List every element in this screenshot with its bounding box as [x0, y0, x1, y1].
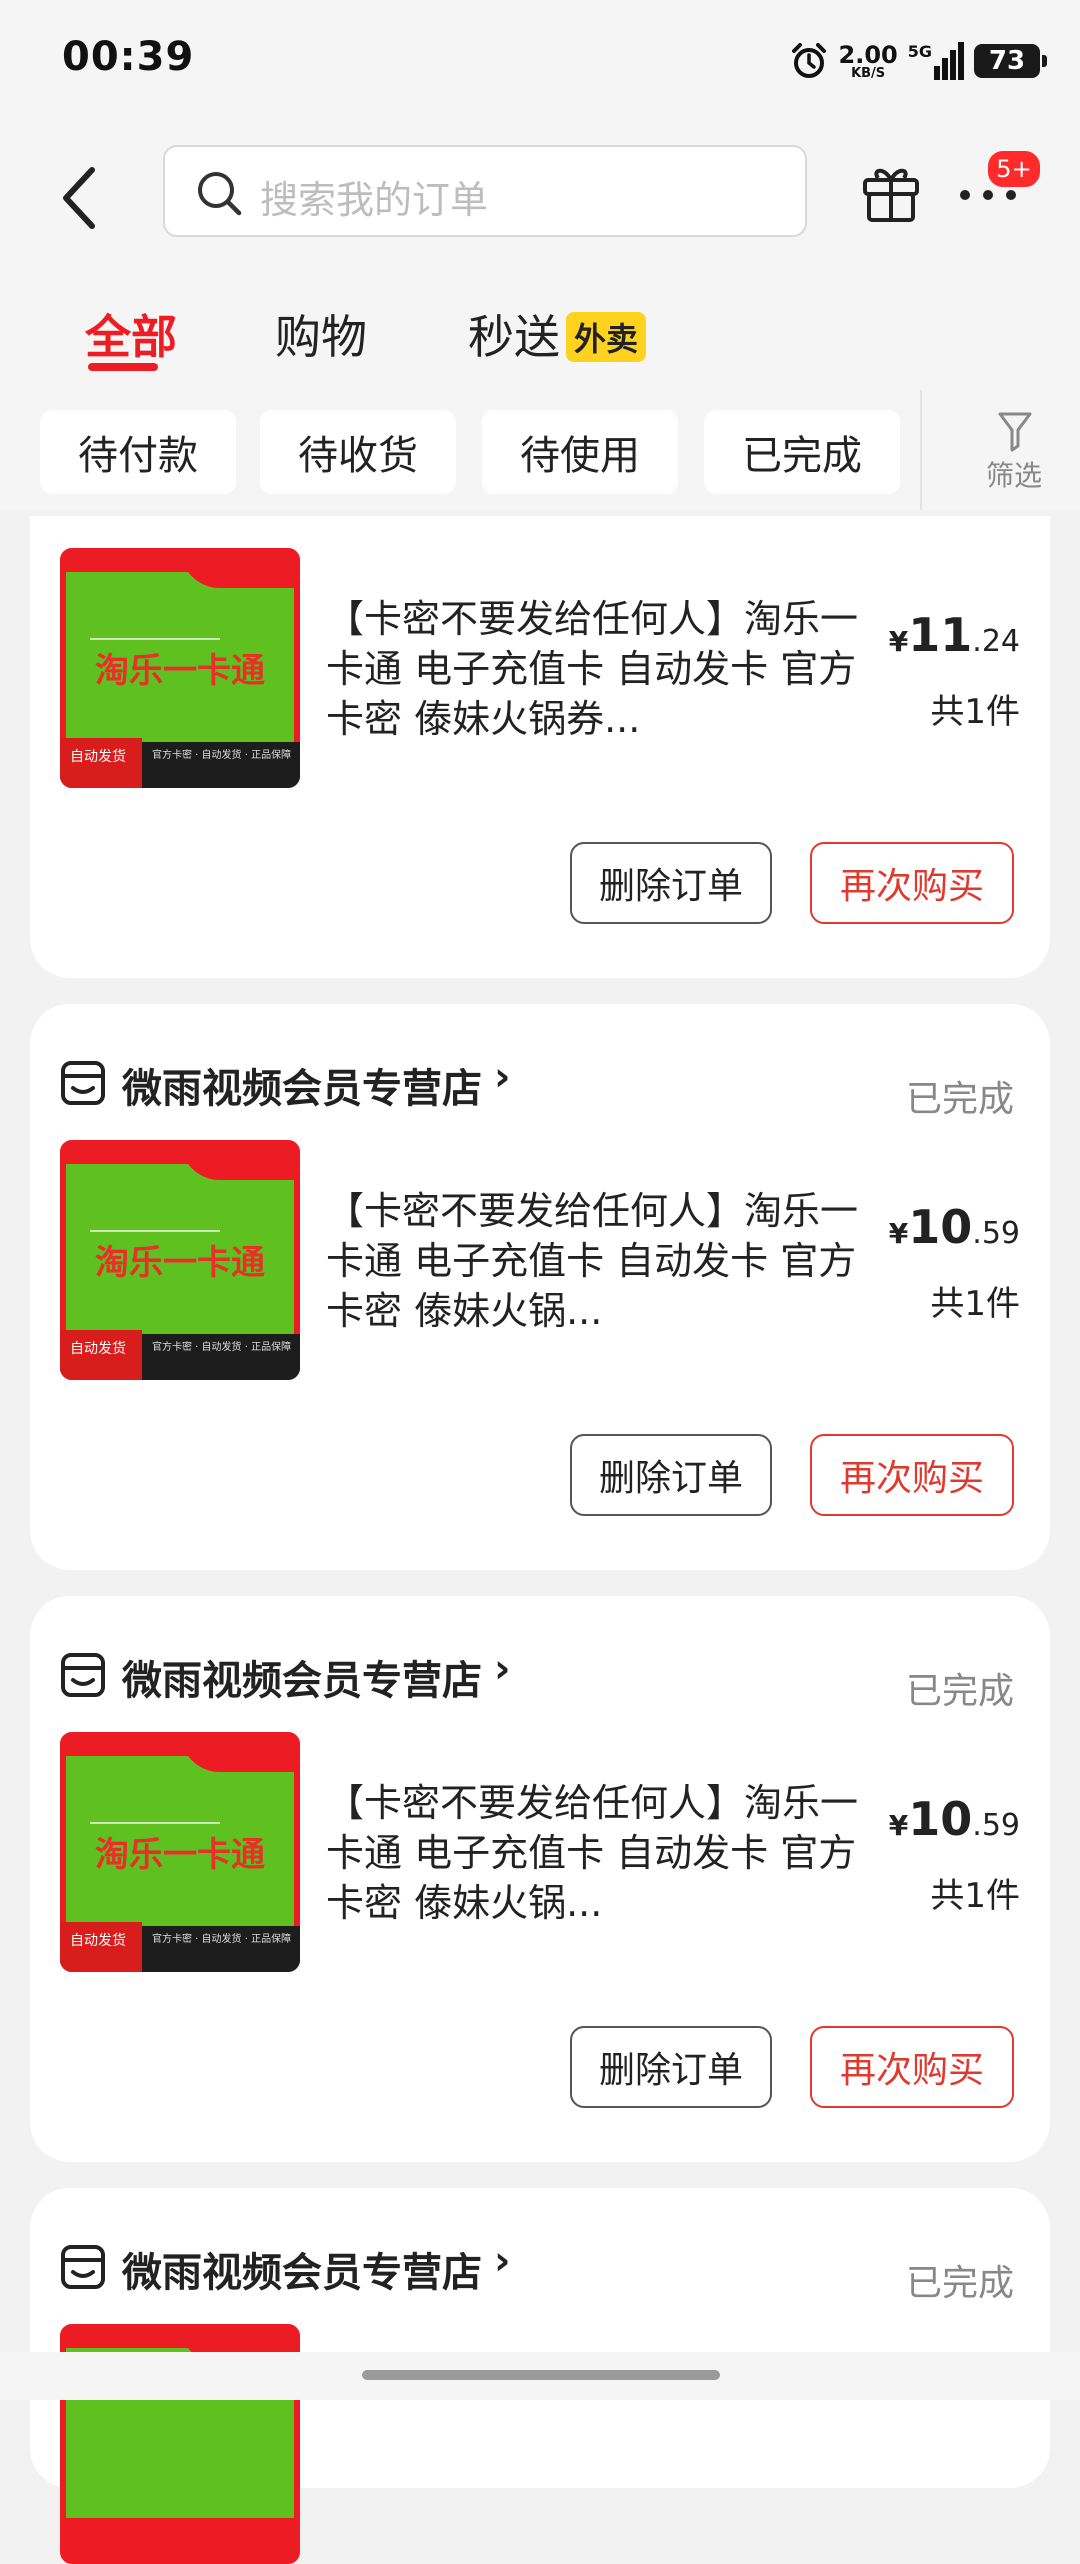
price-currency: ¥ [888, 625, 909, 658]
order-card[interactable]: 淘乐一卡通 自动发货 官方卡密 · 自动发货 · 正品保障 【卡密不要发给任何人… [30, 516, 1050, 978]
order-price: ¥10.59 [889, 1200, 1020, 1254]
gift-icon [863, 168, 919, 222]
price-decimal: .59 [972, 1808, 1020, 1843]
product-title[interactable]: 【卡密不要发给任何人】淘乐一卡通 电子充值卡 自动发卡 官方卡密 傣妹火锅... [326, 1778, 886, 1928]
buy-again-button[interactable]: 再次购买 [810, 2026, 1014, 2108]
buy-again-button[interactable]: 再次购买 [810, 1434, 1014, 1516]
battery-level: 73 [988, 46, 1026, 76]
delete-order-button[interactable]: 删除订单 [570, 2026, 772, 2108]
price-currency: ¥ [888, 1217, 909, 1250]
chevron-right-icon[interactable]: › [494, 1646, 510, 1692]
price-currency: ¥ [888, 1809, 909, 1842]
product-image[interactable]: 淘乐一卡通 自动发货 官方卡密 · 自动发货 · 正品保障 [60, 1140, 300, 1380]
chevron-left-icon [63, 167, 95, 229]
store-icon [61, 2245, 105, 2289]
buy-again-button[interactable]: 再次购买 [810, 842, 1014, 924]
order-status: 已完成 [905, 1671, 1014, 1712]
order-card[interactable]: 微雨视频会员专营店 › 已完成 淘乐一卡通 自动发货 官方卡密 · 自动发货 ·… [30, 1596, 1050, 2162]
tab-all[interactable]: 全部 [85, 301, 177, 367]
product-title[interactable]: 【卡密不要发给任何人】淘乐一卡通 电子充值卡 自动发卡 官方卡密 傣妹火锅券..… [326, 594, 886, 744]
gift-button[interactable] [860, 158, 922, 224]
notification-badge: 5+ [985, 148, 1043, 190]
order-status: 已完成 [905, 2263, 1014, 2304]
signal-5g-icon: 5G [908, 42, 964, 80]
tab-instant-delivery-label: 秒送 [468, 310, 560, 364]
search-placeholder: 搜索我的订单 [260, 178, 489, 222]
product-image-badge: 自动发货 [60, 1330, 142, 1380]
order-card[interactable]: 微雨视频会员专营店 › 已完成 淘乐一卡通 自动发货 官方卡密 · 自动发货 ·… [30, 1004, 1050, 1570]
network-type: 5G [907, 42, 932, 61]
price-integer: 11 [908, 608, 973, 662]
product-image-text: 淘乐一卡通 [95, 651, 265, 691]
chevron-right-icon[interactable]: › [494, 1054, 510, 1100]
active-tab-indicator [88, 363, 158, 371]
filter-button[interactable]: 筛选 [960, 410, 1070, 500]
shop-name[interactable]: 微雨视频会员专营店 [122, 1648, 482, 1706]
price-integer: 10 [908, 1792, 973, 1846]
status-filter-row: 待付款 待收货 待使用 已完成 筛选 [0, 390, 1080, 510]
net-speed-value: 2.00 [838, 40, 898, 69]
order-price: ¥10.59 [889, 1792, 1020, 1846]
delete-order-button[interactable]: 删除订单 [570, 1434, 772, 1516]
status-time: 00:39 [62, 34, 195, 80]
shop-name[interactable]: 微雨视频会员专营店 [122, 2240, 482, 2298]
order-status: 已完成 [905, 1079, 1014, 1120]
price-integer: 10 [908, 1200, 973, 1254]
takeout-tag: 外卖 [566, 311, 647, 362]
tab-shopping[interactable]: 购物 [275, 301, 367, 367]
tab-instant-delivery[interactable]: 秒送 外卖 [468, 301, 647, 367]
price-decimal: .59 [972, 1216, 1020, 1251]
filter-completed[interactable]: 已完成 [704, 410, 900, 494]
back-button[interactable] [52, 158, 112, 238]
order-tabs: 全部 购物 秒送 外卖 [0, 285, 1080, 375]
net-speed: 2.00 KB/S [839, 43, 898, 80]
store-icon [61, 1061, 105, 1105]
product-image[interactable]: 淘乐一卡通 自动发货 官方卡密 · 自动发货 · 正品保障 [60, 1732, 300, 1972]
shop-name[interactable]: 微雨视频会员专营店 [122, 1056, 482, 1114]
product-image-badge: 自动发货 [60, 738, 142, 788]
product-image-text: 淘乐一卡通 [95, 1243, 265, 1283]
search-input[interactable]: 搜索我的订单 [163, 145, 807, 237]
filter-pending-payment[interactable]: 待付款 [40, 410, 236, 494]
order-price: ¥11.24 [889, 608, 1020, 662]
alarm-icon [791, 43, 826, 78]
order-quantity: 共1件 [930, 1284, 1020, 1324]
delete-order-button[interactable]: 删除订单 [570, 842, 772, 924]
order-quantity: 共1件 [930, 692, 1020, 732]
filter-funnel-icon [998, 412, 1032, 452]
header: 搜索我的订单 5+ 全部 购物 秒送 外卖 [0, 120, 1080, 390]
order-quantity: 共1件 [930, 1876, 1020, 1916]
filter-label: 筛选 [986, 459, 1043, 492]
product-image-features: 官方卡密 · 自动发货 · 正品保障 [152, 1934, 292, 1945]
store-icon [61, 1653, 105, 1697]
product-image-features: 官方卡密 · 自动发货 · 正品保障 [152, 750, 292, 761]
net-speed-unit: KB/S [851, 65, 886, 81]
product-image-text: 淘乐一卡通 [95, 1835, 265, 1875]
product-image[interactable]: 淘乐一卡通 自动发货 官方卡密 · 自动发货 · 正品保障 [60, 548, 300, 788]
chevron-right-icon[interactable]: › [494, 2238, 510, 2284]
status-icons: 2.00 KB/S 5G 73 [789, 36, 1047, 86]
order-card[interactable]: 微雨视频会员专营店 › 已完成 [30, 2188, 1050, 2564]
search-icon [198, 172, 242, 216]
product-title[interactable]: 【卡密不要发给任何人】淘乐一卡通 电子充值卡 自动发卡 官方卡密 傣妹火锅... [326, 1186, 886, 1336]
filter-pending-use[interactable]: 待使用 [482, 410, 678, 494]
status-bar: 00:39 2.00 KB/S 5G 73 [0, 0, 1080, 120]
home-indicator[interactable] [362, 2370, 720, 2380]
product-image-badge: 自动发货 [60, 1922, 142, 1972]
filter-pending-receipt[interactable]: 待收货 [260, 410, 456, 494]
battery-icon: 73 [974, 44, 1047, 78]
price-decimal: .24 [972, 624, 1020, 659]
product-image-features: 官方卡密 · 自动发货 · 正品保障 [152, 1342, 292, 1353]
